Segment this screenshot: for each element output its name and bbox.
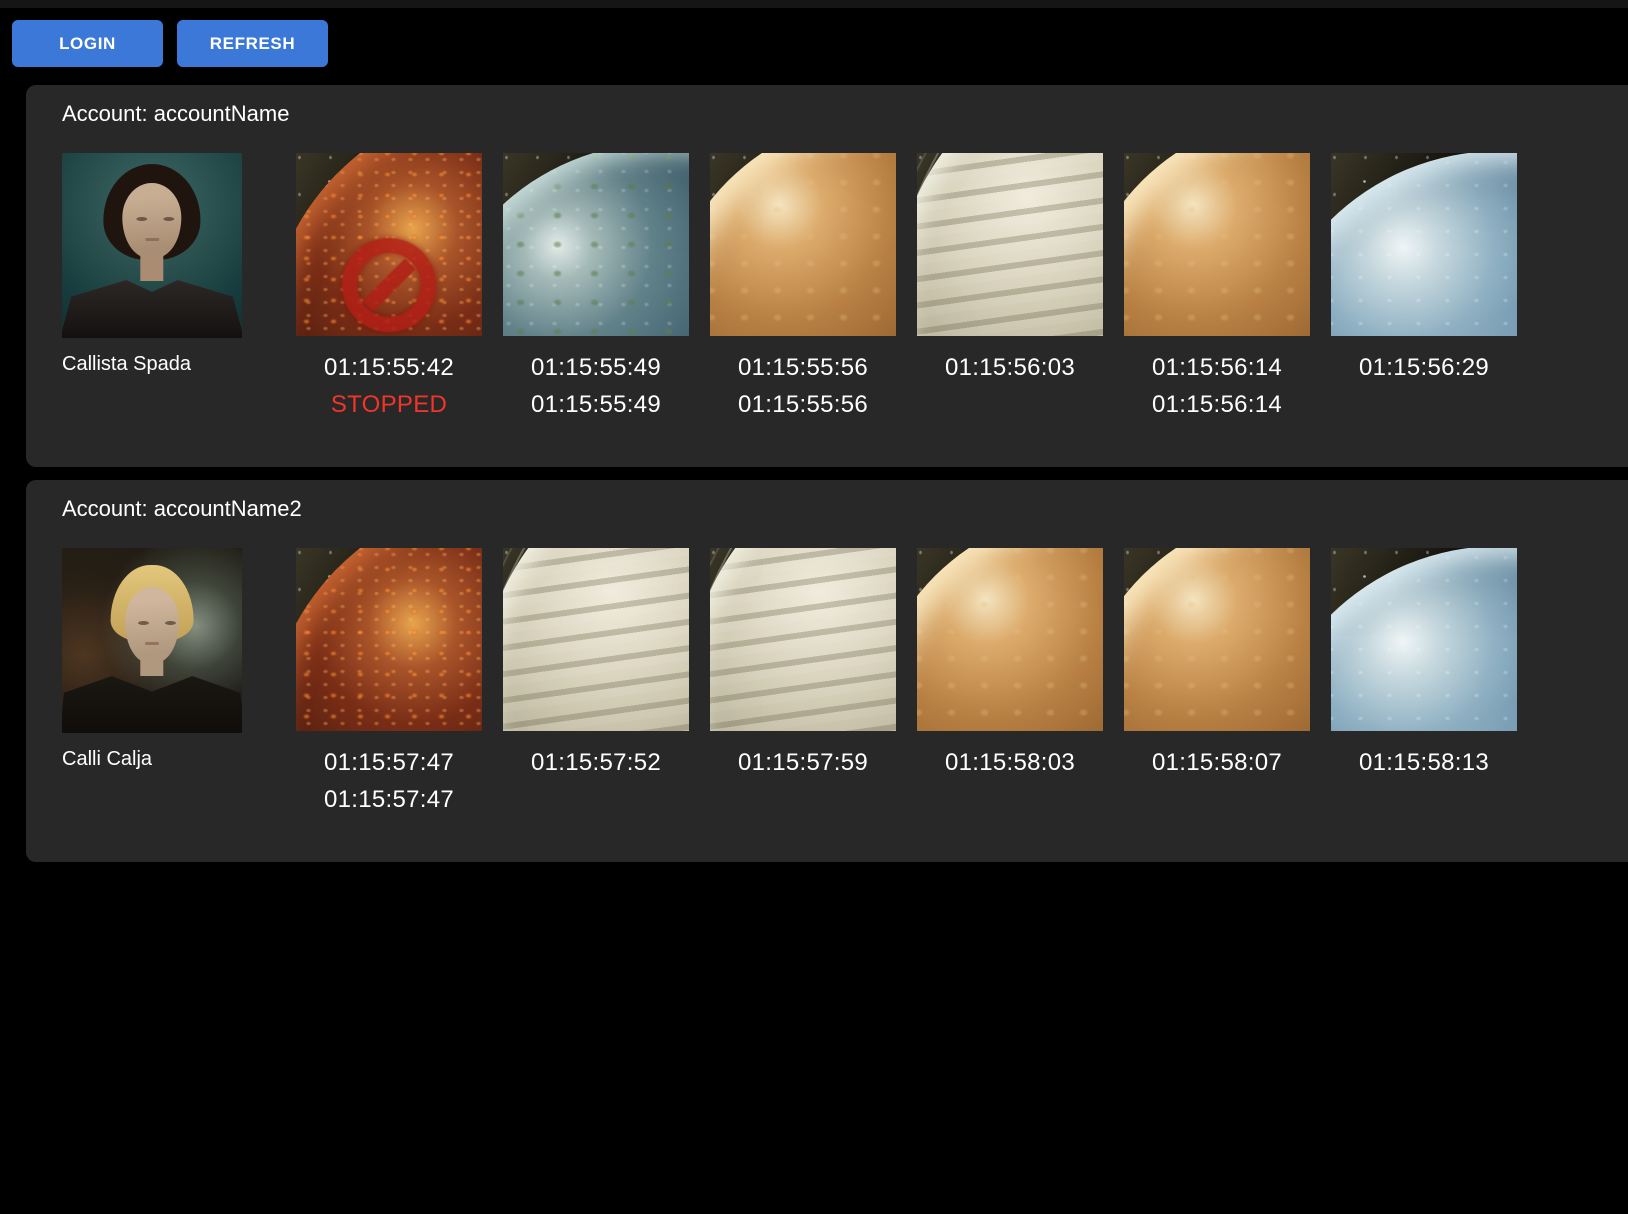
planet-sphere-decoration — [1331, 153, 1517, 336]
planet-cell: 01:15:58:13 — [1331, 548, 1517, 781]
planet-timestamp: 01:15:56:03 — [917, 349, 1103, 386]
planet-timestamp: 01:15:57:47 — [296, 781, 482, 818]
planet-image — [503, 153, 689, 336]
planet-cell: 01:15:56:1401:15:56:14 — [1124, 153, 1310, 423]
character-name: Calli Calja — [62, 748, 242, 771]
login-button[interactable]: LOGIN — [12, 20, 163, 67]
planet-sphere-decoration — [1124, 153, 1310, 336]
planet-cell: 01:15:56:29 — [1331, 153, 1517, 386]
planet-image — [1331, 153, 1517, 336]
planet-timestamp: 01:15:56:14 — [1124, 386, 1310, 423]
planet-timestamp: 01:15:57:59 — [710, 744, 896, 781]
portrait-face-decoration — [122, 183, 181, 259]
stop-icon-bar — [362, 258, 415, 311]
toolbar: LOGIN REFRESH — [12, 20, 1628, 67]
planet-image — [296, 548, 482, 731]
planet-image — [503, 548, 689, 731]
planet-times: 01:15:58:07 — [1124, 744, 1310, 781]
planet-timestamp: 01:15:56:14 — [1124, 349, 1310, 386]
planet-times: 01:15:55:4901:15:55:49 — [503, 349, 689, 423]
refresh-button[interactable]: REFRESH — [177, 20, 328, 67]
stop-icon — [342, 238, 436, 332]
character-name: Callista Spada — [62, 353, 242, 376]
planet-sphere-decoration — [710, 153, 896, 336]
character-cell: Callista Spada — [62, 153, 242, 376]
planet-sphere-decoration — [710, 548, 896, 731]
planet-timestamp: 01:15:55:49 — [503, 349, 689, 386]
character-cell: Calli Calja — [62, 548, 242, 771]
planet-cell: 01:15:55:4901:15:55:49 — [503, 153, 689, 423]
planet-sphere-decoration — [296, 548, 482, 731]
planet-times: 01:15:57:59 — [710, 744, 896, 781]
planet-sphere-decoration — [503, 548, 689, 731]
planet-status: STOPPED — [296, 386, 482, 423]
planet-image — [1331, 548, 1517, 731]
portrait-face-decoration — [125, 587, 179, 663]
planet-image — [1124, 153, 1310, 336]
planet-cell: 01:15:56:03 — [917, 153, 1103, 386]
planet-timestamp: 01:15:58:13 — [1331, 744, 1517, 781]
planet-timestamp: 01:15:57:52 — [503, 744, 689, 781]
planet-timestamp: 01:15:55:42 — [296, 349, 482, 386]
planet-times: 01:15:56:1401:15:56:14 — [1124, 349, 1310, 423]
planet-cell: 01:15:57:4701:15:57:47 — [296, 548, 482, 818]
planet-timestamp: 01:15:58:07 — [1124, 744, 1310, 781]
portrait-torso-decoration — [62, 279, 242, 338]
planet-timestamp: 01:15:56:29 — [1331, 349, 1517, 386]
planet-image — [296, 153, 482, 336]
planet-image — [917, 548, 1103, 731]
planet-timestamp: 01:15:58:03 — [917, 744, 1103, 781]
planet-times: 01:15:58:13 — [1331, 744, 1517, 781]
planet-sphere-decoration — [1331, 548, 1517, 731]
planet-cell: 01:15:57:52 — [503, 548, 689, 781]
planet-image — [1124, 548, 1310, 731]
account-title: Account: accountName — [62, 101, 1622, 127]
planet-times: 01:15:57:52 — [503, 744, 689, 781]
account-panel: Account: accountName Callista Spada 01:1… — [26, 85, 1628, 467]
planet-cell: 01:15:55:42STOPPED — [296, 153, 482, 423]
planet-cell: 01:15:57:59 — [710, 548, 896, 781]
planet-sphere-decoration — [1124, 548, 1310, 731]
planet-sphere-decoration — [917, 548, 1103, 731]
planet-times: 01:15:55:5601:15:55:56 — [710, 349, 896, 423]
planet-timestamp: 01:15:55:56 — [710, 386, 896, 423]
planets-row: Calli Calja 01:15:57:4701:15:57:47 01:15… — [62, 548, 1622, 818]
planet-times: 01:15:56:03 — [917, 349, 1103, 386]
planet-times: 01:15:58:03 — [917, 744, 1103, 781]
portrait-torso-decoration — [62, 674, 242, 733]
planet-image — [917, 153, 1103, 336]
account-panel: Account: accountName2 Calli Calja 01:15:… — [26, 480, 1628, 862]
planet-times: 01:15:56:29 — [1331, 349, 1517, 386]
planet-cell: 01:15:55:5601:15:55:56 — [710, 153, 896, 423]
planet-times: 01:15:57:4701:15:57:47 — [296, 744, 482, 818]
planet-cell: 01:15:58:07 — [1124, 548, 1310, 781]
character-portrait — [62, 153, 242, 338]
account-title: Account: accountName2 — [62, 496, 1622, 522]
planets-row: Callista Spada 01:15:55:42STOPPED 01:15:… — [62, 153, 1622, 423]
planet-timestamp: 01:15:55:49 — [503, 386, 689, 423]
planet-cell: 01:15:58:03 — [917, 548, 1103, 781]
planet-times: 01:15:55:42STOPPED — [296, 349, 482, 423]
planet-sphere-decoration — [503, 153, 689, 336]
planet-timestamp: 01:15:57:47 — [296, 744, 482, 781]
accounts-container: Account: accountName Callista Spada 01:1… — [0, 85, 1628, 862]
browser-edge-strip — [0, 0, 1628, 8]
planet-sphere-decoration — [917, 153, 1103, 336]
character-portrait — [62, 548, 242, 733]
planet-image — [710, 548, 896, 731]
planet-image — [710, 153, 896, 336]
planet-timestamp: 01:15:55:56 — [710, 349, 896, 386]
